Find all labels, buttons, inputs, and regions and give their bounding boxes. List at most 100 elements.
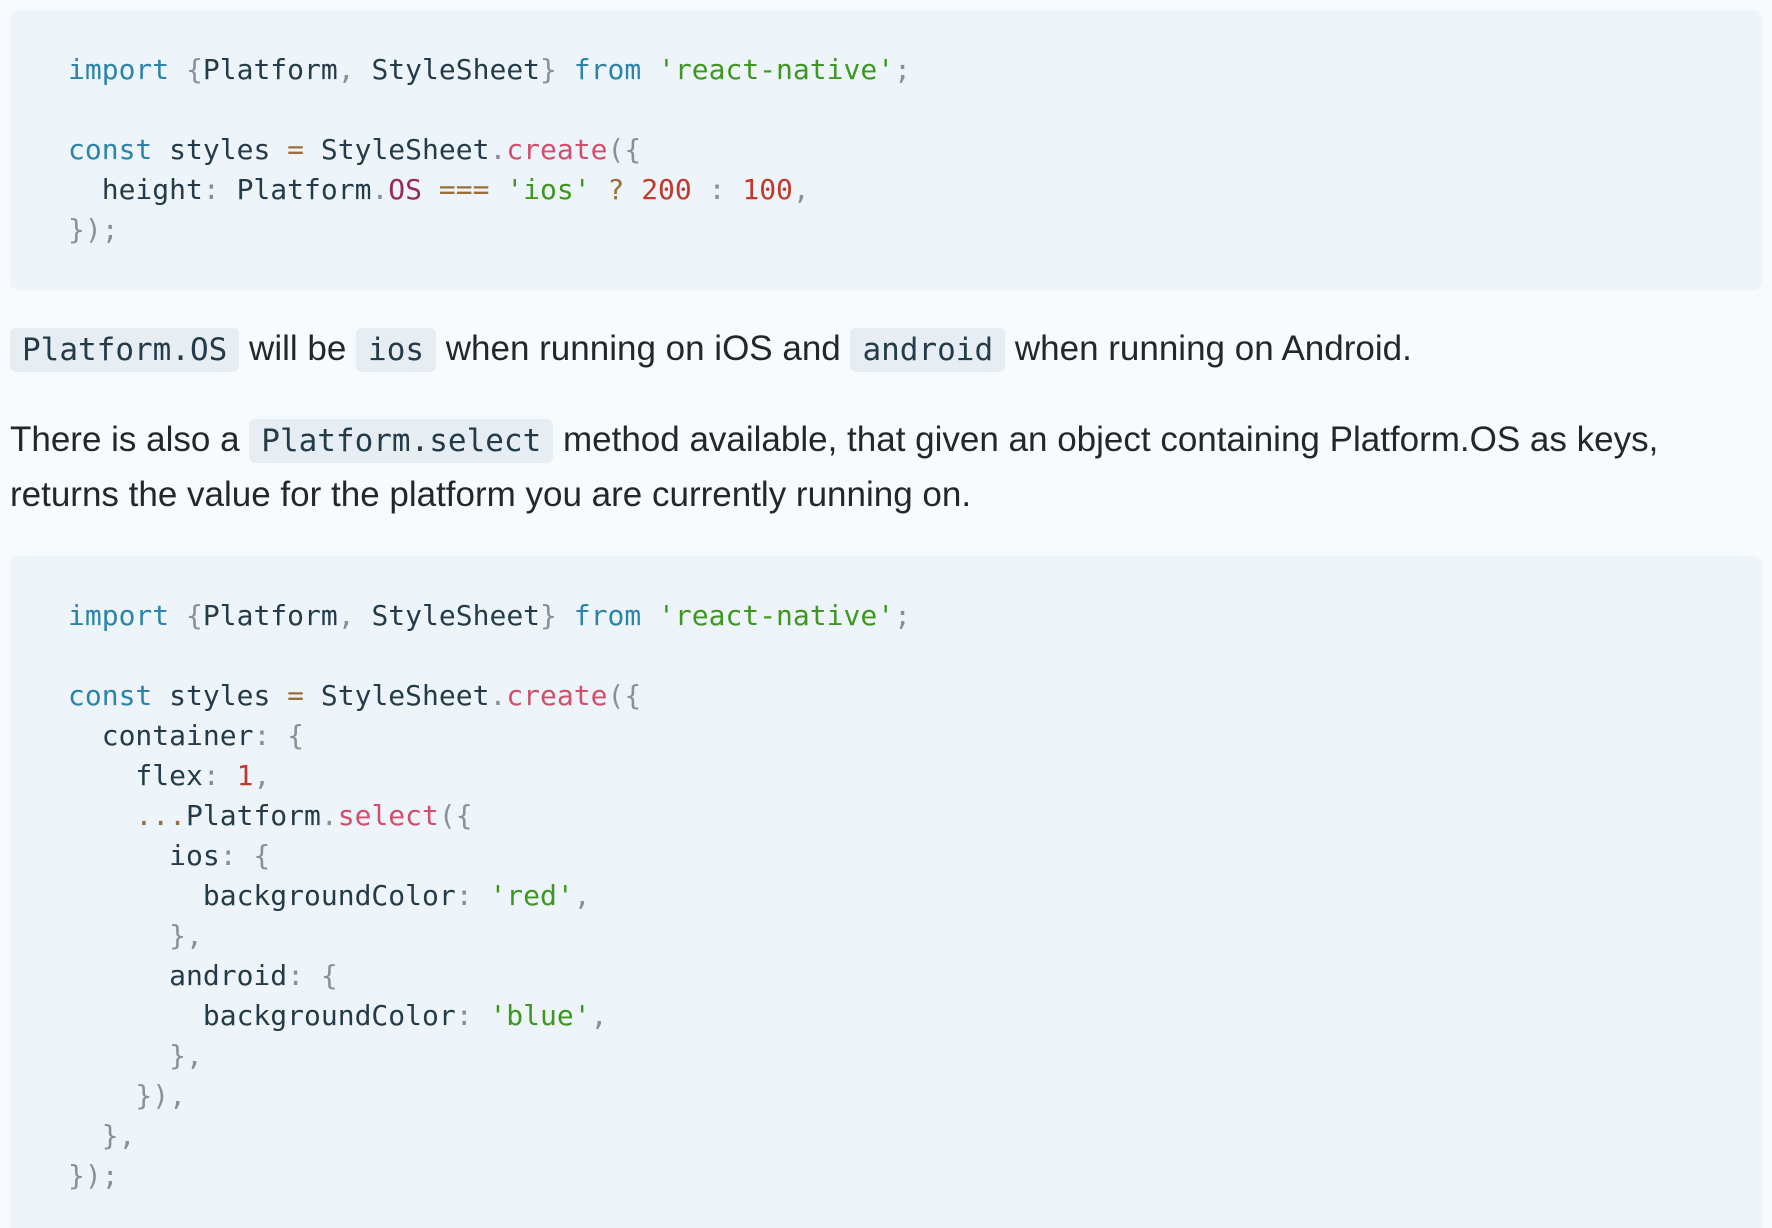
code-token: 'ios': [506, 173, 591, 206]
code-token: ;: [894, 599, 911, 632]
code-token: styles: [152, 133, 288, 166]
code-token: import: [68, 599, 170, 632]
code-token: .: [320, 799, 338, 832]
code-line: });: [68, 1156, 1762, 1196]
code-token: flex: [68, 759, 203, 792]
code-line: });: [68, 210, 1762, 250]
code-token: : {: [219, 839, 271, 872]
code-token: ({: [438, 799, 473, 832]
code-token: ,: [337, 53, 372, 86]
code-token: .: [489, 133, 507, 166]
code-token: }),: [68, 1079, 187, 1112]
code-token: Platform: [186, 799, 321, 832]
code-token: });: [68, 1159, 119, 1192]
code-line: import {Platform, StyleSheet} from 'reac…: [68, 50, 1762, 90]
code-token: {: [169, 599, 203, 632]
code-token: :: [202, 173, 220, 206]
code-token: 'blue': [489, 999, 591, 1032]
code-line: },: [68, 1116, 1762, 1156]
code-token: =: [287, 679, 305, 712]
paragraph-text: There is also a: [10, 420, 250, 459]
code-token: },: [68, 1039, 203, 1072]
code-token: {: [169, 53, 203, 86]
paragraph-text: when running on iOS and: [436, 329, 851, 368]
code-token: ios: [68, 839, 220, 872]
code-token: select: [337, 799, 439, 832]
code-token: 100: [742, 173, 793, 206]
code-token: }: [540, 53, 574, 86]
code-token: .: [489, 679, 507, 712]
code-token: ===: [438, 173, 490, 206]
code-token: StyleSheet: [371, 599, 541, 632]
code-token: 'react-native': [658, 599, 895, 632]
inline-code-platform-os: Platform.OS: [10, 328, 240, 372]
code-token: ,: [590, 999, 608, 1032]
paragraph-platform-select: There is also a Platform.select method a…: [10, 413, 1750, 522]
code-token: ({: [607, 133, 642, 166]
code-line: ios: {: [68, 836, 1762, 876]
code-token: OS: [388, 173, 423, 206]
code-token: : {: [253, 719, 305, 752]
code-token: ,: [253, 759, 271, 792]
code-token: ...: [135, 799, 187, 832]
code-token: StyleSheet: [304, 133, 490, 166]
code-line: ...Platform.select({: [68, 796, 1762, 836]
paragraph-platform-os: Platform.OS will be ios when running on …: [10, 322, 1750, 377]
code-token: ,: [792, 173, 810, 206]
code-token: =: [287, 133, 305, 166]
code-token: Platform: [202, 53, 338, 86]
code-token: 'red': [489, 879, 574, 912]
code-token: }: [540, 599, 574, 632]
code-block-platform-select: import {Platform, StyleSheet} from 'reac…: [10, 556, 1762, 1228]
code-token: },: [68, 1119, 136, 1152]
code-token: const: [68, 679, 153, 712]
code-line: container: {: [68, 716, 1762, 756]
code-token: container: [68, 719, 254, 752]
code-token: from: [573, 53, 642, 86]
code-token: 200: [641, 173, 692, 206]
code-token: Platform: [219, 173, 372, 206]
code-token: :: [202, 759, 237, 792]
paragraph-text: will be: [239, 329, 357, 368]
code-token: StyleSheet: [371, 53, 541, 86]
code-line: android: {: [68, 956, 1762, 996]
code-token: create: [506, 679, 608, 712]
code-token: ,: [337, 599, 372, 632]
code-token: 'react-native': [658, 53, 895, 86]
code-line: backgroundColor: 'blue',: [68, 996, 1762, 1036]
code-token: backgroundColor: [68, 879, 456, 912]
code-line: const styles = StyleSheet.create({: [68, 676, 1762, 716]
code-token: StyleSheet: [304, 679, 490, 712]
code-token: },: [68, 919, 203, 952]
code-token: backgroundColor: [68, 999, 456, 1032]
code-token: 1: [236, 759, 254, 792]
docs-page: import {Platform, StyleSheet} from 'reac…: [0, 0, 1772, 1228]
code-token: ?: [607, 173, 625, 206]
inline-code-android: android: [850, 328, 1006, 372]
inline-code-platform-select: Platform.select: [249, 419, 554, 463]
code-line: flex: 1,: [68, 756, 1762, 796]
paragraph-text: when running on Android.: [1005, 329, 1412, 368]
code-token: });: [68, 213, 119, 246]
code-token: height: [68, 173, 203, 206]
code-line: const styles = StyleSheet.create({: [68, 130, 1762, 170]
code-token: :: [455, 999, 490, 1032]
code-token: ,: [573, 879, 591, 912]
code-token: Platform: [202, 599, 338, 632]
code-line: import {Platform, StyleSheet} from 'reac…: [68, 596, 1762, 636]
code-token: const: [68, 133, 153, 166]
code-line: backgroundColor: 'red',: [68, 876, 1762, 916]
code-token: :: [455, 879, 490, 912]
code-token: from: [573, 599, 642, 632]
code-token: import: [68, 53, 170, 86]
